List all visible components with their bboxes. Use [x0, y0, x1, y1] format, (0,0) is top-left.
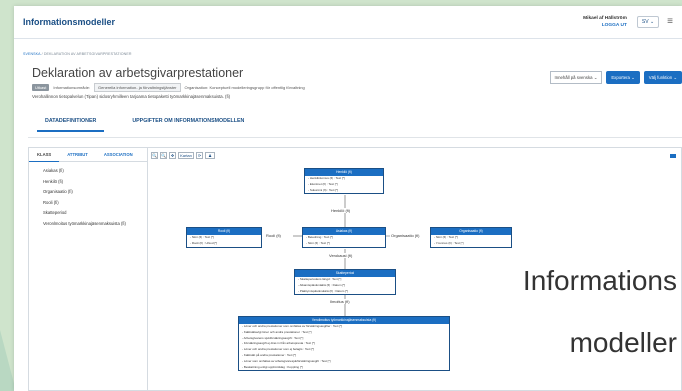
content-language-label: Innehåll på svenska — [554, 75, 593, 80]
entity-attribute: - Rooli (fi) : Urkod [*] — [190, 240, 218, 245]
meta-row: Utkast Informationsområde: Generella inf… — [32, 83, 305, 92]
logout-link[interactable]: LOGGA UT — [583, 22, 627, 29]
sidebar-item-skatteperiod[interactable]: Skatteperiod — [43, 210, 151, 221]
class-list: Asiakas (fi) Henkilö (fi) Organisaatio (… — [29, 162, 151, 231]
entity-henkilo[interactable]: Henkilö (fi) - Henkilötunnus (fi) : Text… — [304, 168, 384, 195]
content-language-select[interactable]: Innehåll på svenska ⌄ — [549, 71, 603, 84]
relation-label: Henkilö (fi) — [330, 208, 352, 213]
functions-label: Välj funktion — [648, 75, 673, 80]
entity-veroilmoitus[interactable]: Veroilmoitus työmarkkinajäsenmaksuista (… — [238, 316, 450, 372]
app-title[interactable]: Informationsmodeller — [23, 17, 115, 27]
top-bar: Informationsmodeller Mikael af Hällström… — [14, 6, 682, 39]
entity-organisaatio[interactable]: Organisaatio (fi) - Nimi (fi) : Text [*]… — [430, 227, 512, 248]
entity-asiakas[interactable]: Asiakas (fi) - Betedning : Text [*] - Ni… — [302, 227, 386, 248]
sidebar-tab-association[interactable]: ASSOCIATION — [96, 152, 141, 157]
user-name: Mikael af Hällström — [583, 16, 627, 21]
tabs-divider — [28, 137, 682, 138]
org-value: Konceptuell modelleringsgrupp för offent… — [209, 85, 305, 90]
header-actions: Innehåll på svenska ⌄ Exportera ⌄ Välj f… — [549, 71, 682, 84]
entity-title: Veroilmoitus työmarkkinajäsenmaksuista (… — [239, 317, 449, 324]
chevron-down-icon: ⌄ — [649, 19, 655, 25]
entity-attribute: - Sukunimi (fi) : Text [*] — [308, 187, 339, 192]
language-select[interactable]: SV ⌄ — [636, 16, 660, 28]
app-window: Informationsmodeller Mikael af Hällström… — [14, 6, 682, 391]
entity-title: Skatteperiod — [295, 270, 395, 277]
chevron-down-icon: ⌄ — [593, 74, 598, 80]
functions-button[interactable]: Välj funktion ⌄ — [643, 71, 682, 84]
page-header: Deklaration av arbetsgivarprestationer U… — [14, 56, 682, 112]
chevron-down-icon: ⌄ — [673, 74, 677, 80]
relation-label: Verokausi (fi) — [328, 253, 354, 258]
tab-data-definitions[interactable]: DATADEFINITIONER — [37, 118, 105, 132]
sidebar-item-asiakas[interactable]: Asiakas (fi) — [43, 168, 151, 179]
sidebar-item-rooli[interactable]: Rooli (fi) — [43, 200, 151, 211]
breadcrumb: SVENSKA / DEKLARATION AV ARBETSGIVARPRES… — [14, 39, 682, 56]
relation-label: Organisaatio (fi) — [390, 233, 421, 238]
user-box: Mikael af Hällström LOGGA UT — [583, 15, 627, 29]
page-title: Deklaration av arbetsgivarprestationer — [32, 66, 244, 80]
entity-title: Asiakas (fi) — [303, 228, 385, 235]
status-badge: Utkast — [32, 84, 50, 91]
watermark-line-1: Informations — [522, 265, 677, 296]
chevron-down-icon: ⌄ — [631, 74, 635, 80]
language-value: SV — [641, 19, 649, 25]
sidebar-item-veroilmoitus[interactable]: Veronlmoitus työmarkkinajäsenmaksuista (… — [43, 221, 151, 232]
entity-attribute: - Päättymispäivämäärä (fi) : Datum [*] — [298, 288, 349, 293]
class-sidebar: KLASS ATTRIBUT ASSOCIATION Asiakas (fi) … — [28, 147, 152, 391]
entity-attribute: - Beskattning enligt uppbördslag : Koppl… — [242, 364, 303, 369]
entity-rooli[interactable]: Rooli (fi) - Nimi (fi) : Text [*] - Rool… — [186, 227, 262, 248]
watermark-line-2: modeller — [569, 327, 677, 358]
relation-label: Ilmoitus (fi) — [329, 299, 351, 304]
domain-label: Informationsområde: — [53, 85, 91, 90]
model-description: Verohallinnon tietopalvelun (Tipan) sido… — [32, 94, 231, 99]
sidebar-item-henkilo[interactable]: Henkilö (fi) — [43, 179, 151, 190]
entity-title: Henkilö (fi) — [305, 169, 383, 176]
export-button[interactable]: Exportera ⌄ — [606, 71, 640, 84]
sidebar-tabs: KLASS ATTRIBUT ASSOCIATION — [29, 148, 151, 162]
entity-title: Organisaatio (fi) — [431, 228, 511, 235]
main-tabs: DATADEFINITIONER UPPGIFTER OM INFORMATIO… — [37, 118, 272, 132]
sidebar-item-organisaatio[interactable]: Organisaatio (fi) — [43, 189, 151, 200]
entity-skatteperiod[interactable]: Skatteperiod - Skatteperiodens längd : T… — [294, 269, 396, 296]
sidebar-tab-attribute[interactable]: ATTRIBUT — [59, 152, 96, 157]
entity-attribute: - Nimi (fi) : Text [*] — [306, 240, 330, 245]
entity-title: Rooli (fi) — [187, 228, 261, 235]
tab-model-info[interactable]: UPPGIFTER OM INFORMATIONSMODELLEN — [124, 118, 252, 132]
org-label: Organisation: — [184, 85, 209, 90]
export-label: Exportera — [611, 75, 630, 80]
relation-label: Rooli (fi) — [265, 233, 282, 238]
sidebar-tab-class[interactable]: KLASS — [29, 148, 60, 162]
entity-attribute: - Y-tunnus (fi) : Text [*] — [434, 240, 464, 245]
domain-tag: Generella information- ja förvaltningstj… — [94, 83, 181, 92]
hamburger-menu-icon[interactable]: ≡ — [667, 17, 673, 27]
